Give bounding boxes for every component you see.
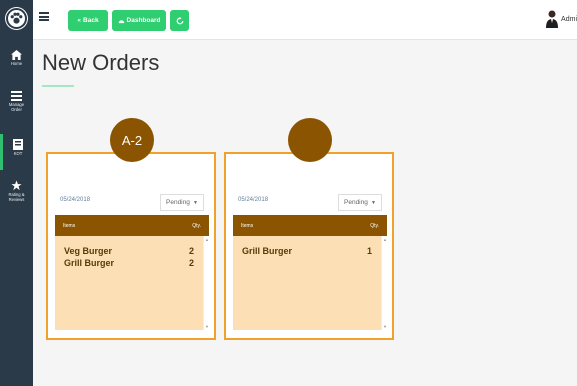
sidebar-item-kot[interactable]: KOT	[0, 134, 33, 170]
scroll-down-icon[interactable]: ▼	[383, 324, 387, 329]
table-badge	[288, 118, 332, 162]
star-icon	[11, 180, 22, 191]
scroll-up-icon[interactable]: ▲	[383, 237, 387, 242]
table-row: Veg Burger 2	[55, 245, 209, 257]
qty-column-header: Qty.	[192, 222, 201, 229]
kot-icon	[13, 139, 23, 150]
items-column-header: Items	[241, 222, 254, 229]
refresh-button[interactable]	[170, 10, 189, 31]
status-select[interactable]: Pending ▼	[338, 194, 382, 211]
sidebar-item-label: KOT	[13, 151, 23, 156]
items-table-body: Grill Burger 1 ▲ ▼	[233, 236, 387, 330]
page-title: New Orders	[42, 50, 160, 75]
sidebar-item-label: Manage Order	[8, 102, 25, 112]
list-icon	[11, 91, 22, 101]
item-name: Grill Burger	[64, 258, 115, 268]
order-date: 05/24/2018	[238, 197, 269, 203]
home-icon	[11, 50, 22, 60]
sidebar: Home Manage Order KOT Rating & Reviews	[0, 0, 33, 386]
order-date: 05/24/2018	[60, 197, 91, 203]
hamburger-menu-icon[interactable]	[39, 12, 49, 21]
caret-down-icon: ▼	[371, 199, 376, 206]
double-chevron-left-icon: «	[77, 17, 82, 24]
caret-down-icon: ▼	[193, 199, 198, 206]
sidebar-item-label: Rating & Reviews	[8, 192, 25, 202]
sidebar-item-manage-order[interactable]: Manage Order	[0, 91, 33, 112]
refresh-icon	[176, 16, 183, 24]
sidebar-item-rating-reviews[interactable]: Rating & Reviews	[0, 180, 33, 202]
scroll-down-icon[interactable]: ▼	[205, 324, 209, 329]
order-card: A-2 05/24/2018 Pending ▼ Items Qty. Veg …	[46, 118, 216, 340]
items-table-header: Items Qty.	[233, 215, 387, 236]
user-name: Admi	[561, 15, 577, 23]
status-select[interactable]: Pending ▼	[160, 194, 204, 211]
back-button[interactable]: « Back	[68, 10, 108, 31]
scrollbar[interactable]: ▲ ▼	[203, 236, 209, 330]
dashboard-icon	[118, 19, 124, 23]
paw-logo-icon[interactable]	[6, 8, 27, 29]
dashboard-button[interactable]: Dashboard	[112, 10, 166, 31]
qty-column-header: Qty.	[370, 222, 379, 229]
scrollbar[interactable]: ▲ ▼	[381, 236, 387, 330]
table-row: Grill Burger 1	[233, 245, 387, 257]
title-underline	[42, 85, 74, 87]
item-qty: 1	[366, 246, 372, 256]
items-table-header: Items Qty.	[55, 215, 209, 236]
item-name: Veg Burger	[64, 246, 113, 256]
items-table-body: Veg Burger 2 Grill Burger 2 ▲ ▼	[55, 236, 209, 330]
item-name: Grill Burger	[242, 246, 293, 256]
table-row: Grill Burger 2	[55, 257, 209, 269]
item-qty: 2	[188, 246, 194, 256]
user-menu[interactable]: Admi	[546, 10, 577, 28]
topbar: « Back Dashboard Admi	[33, 0, 577, 40]
item-qty: 2	[188, 258, 194, 268]
order-card: 05/24/2018 Pending ▼ Items Qty. Grill Bu…	[224, 118, 394, 340]
sidebar-item-label: Home	[10, 61, 23, 66]
table-badge: A-2	[110, 118, 154, 162]
items-column-header: Items	[63, 222, 76, 229]
sidebar-item-home[interactable]: Home	[0, 50, 33, 66]
scroll-up-icon[interactable]: ▲	[205, 237, 209, 242]
user-avatar-icon	[546, 10, 559, 28]
